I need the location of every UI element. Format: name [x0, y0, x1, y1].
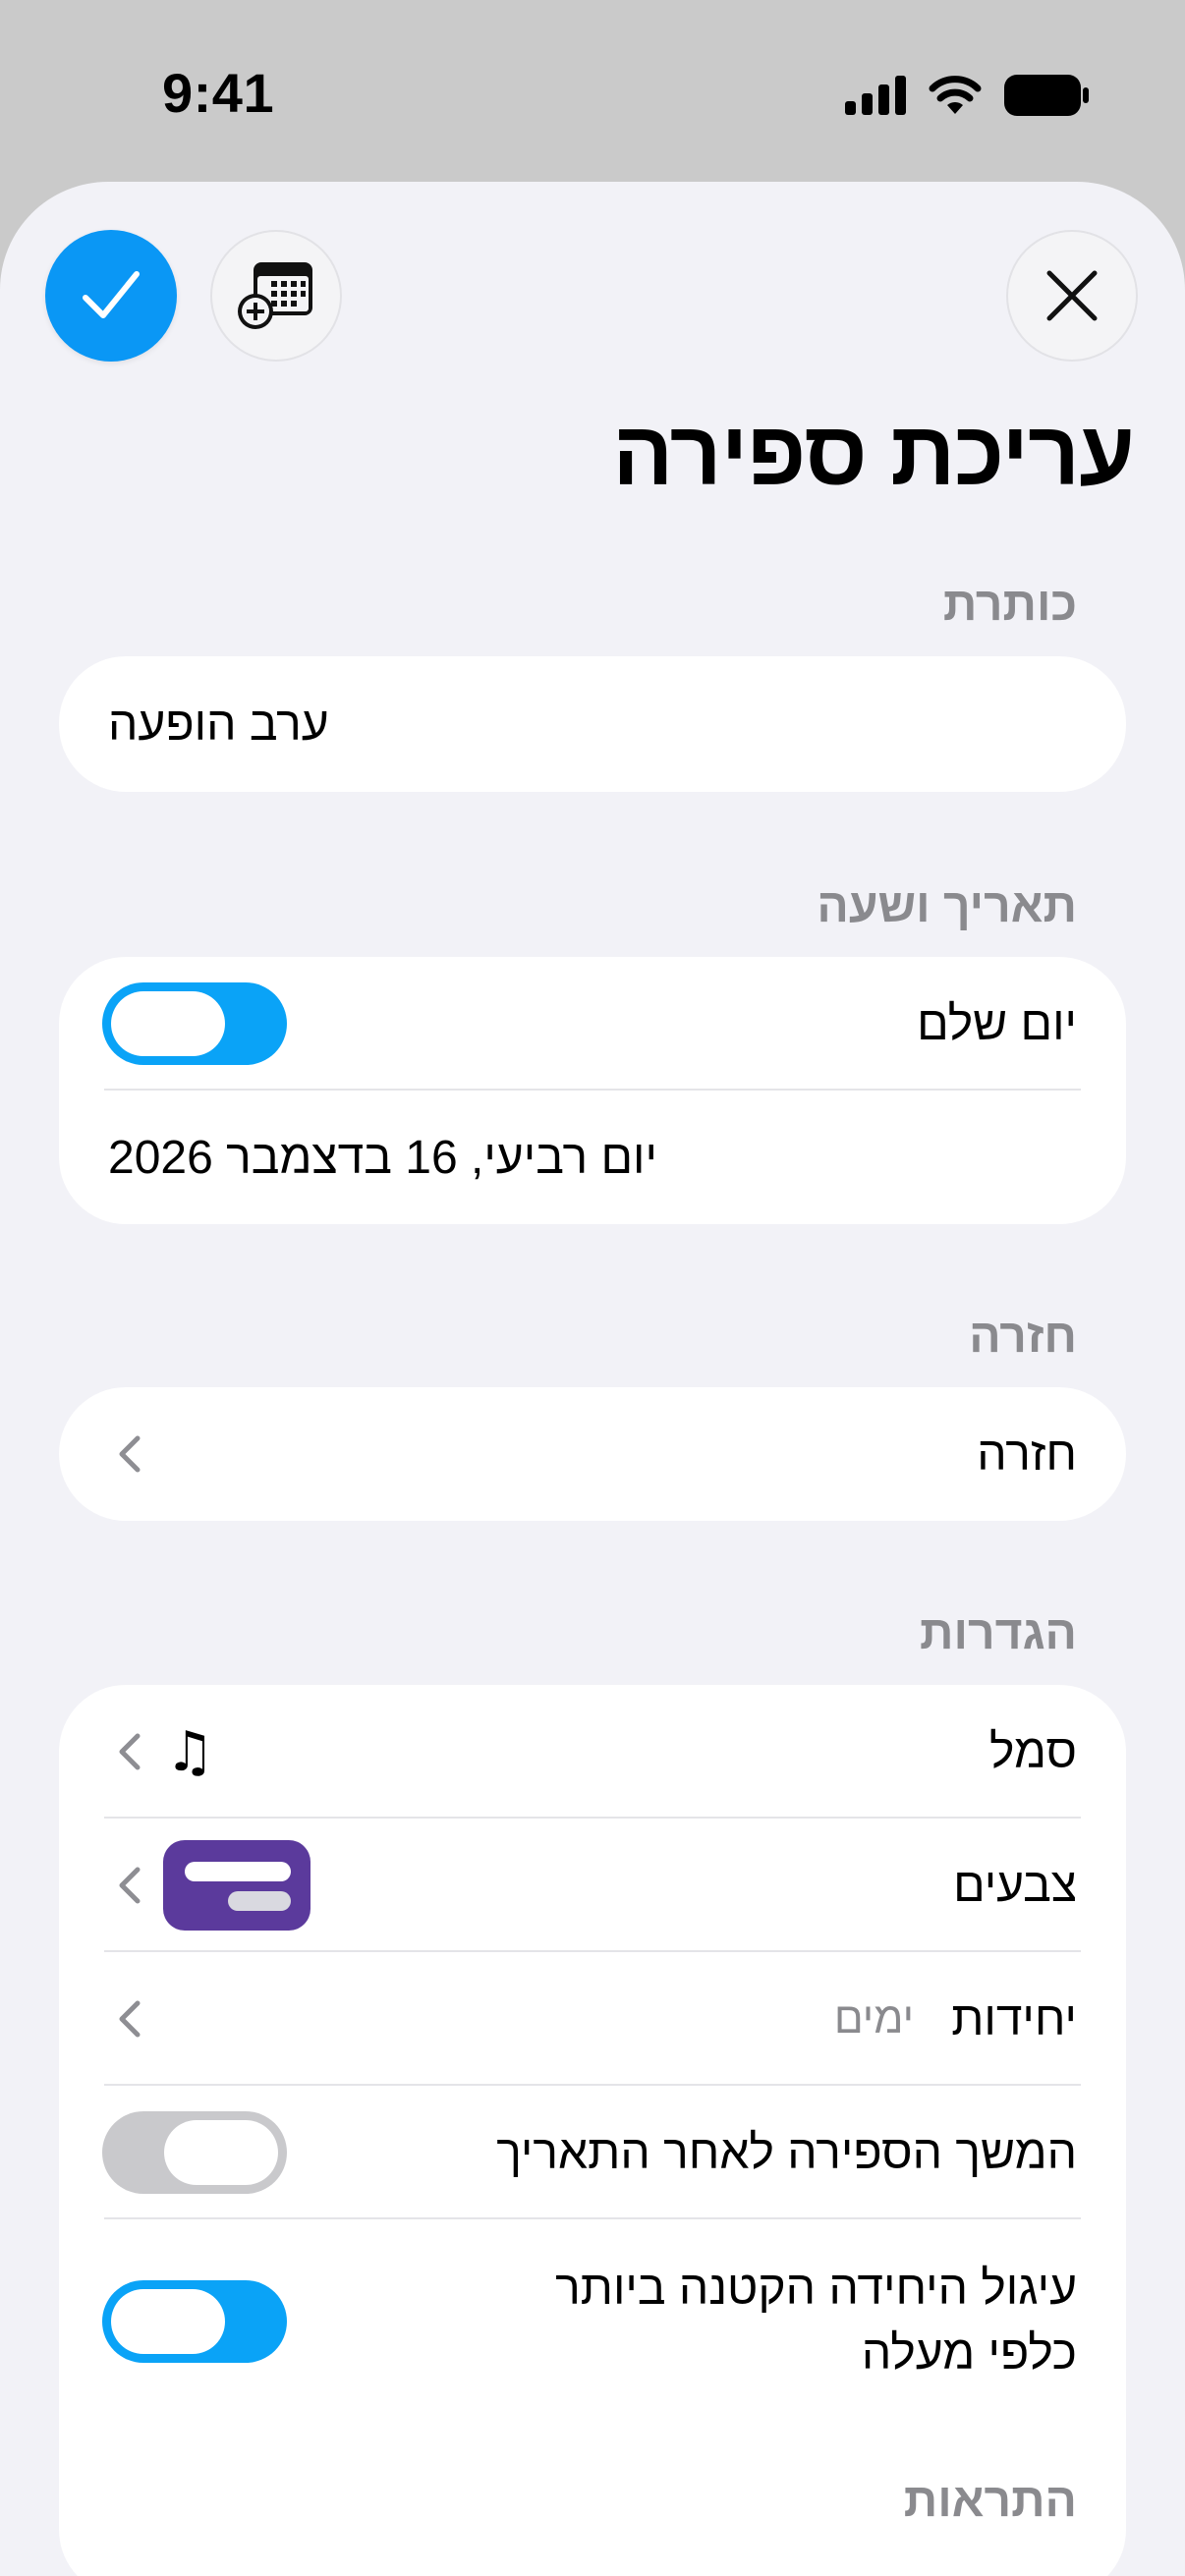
- title-input-value[interactable]: ערב הופעה: [108, 698, 329, 752]
- colors-row[interactable]: צבעים: [59, 1819, 1126, 1952]
- wifi-icon: [929, 76, 982, 114]
- title-input-card: ערב הופעה: [59, 656, 1126, 792]
- units-value: ימים: [833, 1994, 914, 2043]
- date-row[interactable]: יום רביעי, 16 בדצמבר 2026: [59, 1091, 1126, 1224]
- date-value[interactable]: יום רביעי, 16 בדצמבר 2026: [108, 1131, 657, 1185]
- color-swatch: [163, 1840, 310, 1931]
- checkmark-icon: [83, 271, 140, 318]
- symbol-label: סמל: [989, 1725, 1077, 1778]
- date-card: יום שלם יום רביעי, 16 בדצמבר 2026: [59, 957, 1126, 1224]
- repeat-card: חזרה: [59, 1387, 1126, 1521]
- round-up-label-line2: כלפי מעלה: [861, 2327, 1077, 2380]
- symbol-row[interactable]: סמל ♫: [59, 1685, 1126, 1819]
- battery-icon: [1004, 75, 1089, 116]
- colors-label: צבעים: [953, 1859, 1077, 1912]
- date-section-header: תאריך ושעה: [817, 880, 1077, 932]
- all-day-label: יום שלם: [917, 997, 1077, 1050]
- chevron-left-icon: [116, 1866, 141, 1905]
- calendar-add-icon: [238, 262, 312, 329]
- settings-card: סמל ♫ צבעים יחידות ימים המשך הספירה לאחר…: [59, 1685, 1126, 2576]
- add-to-calendar-button[interactable]: [210, 230, 342, 362]
- repeat-label: חזרה: [977, 1428, 1077, 1481]
- close-button[interactable]: [1006, 230, 1138, 362]
- round-up-toggle[interactable]: [102, 2280, 287, 2363]
- repeat-row[interactable]: חזרה: [59, 1387, 1126, 1521]
- status-time: 9:41: [162, 62, 275, 124]
- page-title: עריכת ספירה: [612, 404, 1135, 504]
- status-icons: [845, 71, 1089, 120]
- music-note-icon: ♫: [165, 1719, 215, 1784]
- all-day-row: יום שלם: [59, 957, 1126, 1091]
- units-row[interactable]: יחידות ימים: [59, 1952, 1126, 2086]
- cellular-signal-icon: [845, 76, 906, 115]
- round-up-row: עיגול היחידה הקטנה ביותר כלפי מעלה: [59, 2219, 1126, 2424]
- status-bar: 9:41: [0, 0, 1185, 187]
- settings-section-header: הגדרות: [920, 1607, 1077, 1659]
- units-label: יחידות: [951, 1992, 1077, 2045]
- repeat-section-header: חזרה: [969, 1311, 1077, 1363]
- alerts-section-header: התראות: [903, 2475, 1077, 2527]
- chevron-left-icon: [116, 1999, 141, 2039]
- round-up-label: עיגול היחידה הקטנה ביותר כלפי מעלה: [555, 2257, 1077, 2386]
- round-up-label-line1: עיגול היחידה הקטנה ביותר: [555, 2263, 1077, 2315]
- chevron-left-icon: [116, 1434, 141, 1474]
- continue-after-date-toggle[interactable]: [102, 2111, 287, 2194]
- confirm-button[interactable]: [45, 230, 177, 362]
- continue-after-date-row: המשך הספירה לאחר התאריך: [59, 2086, 1126, 2219]
- title-input[interactable]: ערב הופעה: [59, 656, 1126, 792]
- chevron-left-icon: [116, 1732, 141, 1771]
- all-day-toggle[interactable]: [102, 982, 287, 1065]
- close-icon: [1046, 270, 1098, 321]
- continue-after-date-label: המשך הספירה לאחר התאריך: [496, 2126, 1077, 2179]
- edit-sheet: עריכת ספירה כותרת ערב הופעה תאריך ושעה י…: [0, 182, 1185, 2576]
- title-section-header: כותרת: [942, 579, 1077, 631]
